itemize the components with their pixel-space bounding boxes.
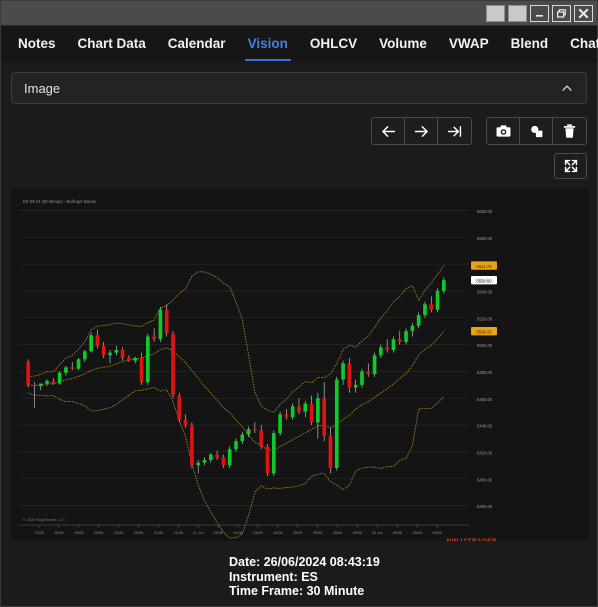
annotate-button[interactable] [520,118,553,144]
metadata-date: Date: 26/06/2024 08:43:19 [229,555,380,569]
vision-window: Notes Chart Data Calendar Vision OHLCV V… [0,0,598,607]
image-toolbar-secondary [11,153,587,179]
svg-text:ES 09-24 (30 Minute) - Bolling: ES 09-24 (30 Minute) - Bollinger Bands [23,199,96,204]
svg-text:18/06: 18/06 [54,531,63,535]
svg-text:19/06: 19/06 [74,531,83,535]
trash-icon [563,123,576,138]
svg-text:20/06: 20/06 [134,531,143,535]
svg-text:21/06: 21/06 [154,531,163,535]
svg-text:26/06: 26/06 [353,531,362,535]
svg-text:© 2024 NinjaTrader, LLC: © 2024 NinjaTrader, LLC [23,518,65,522]
camera-icon [496,124,510,137]
metadata-instrument: Instrument: ES [229,569,318,584]
tab-blend[interactable]: Blend [500,26,560,61]
candlestick-chart: 5600.005580.005560.005540.005520.005500.… [11,189,589,541]
svg-text:5380.00: 5380.00 [477,504,493,509]
blank-button-1[interactable] [486,4,505,22]
arrow-left-icon [381,125,395,137]
minimize-button[interactable] [530,4,549,22]
svg-text:5541.75: 5541.75 [476,264,492,269]
svg-text:26/06: 26/06 [413,531,422,535]
svg-text:25/06: 25/06 [313,531,322,535]
svg-text:25/06: 25/06 [273,531,282,535]
svg-text:5420.00: 5420.00 [477,450,493,455]
tab-chart-data[interactable]: Chart Data [67,26,157,61]
svg-text:25/06: 25/06 [293,531,302,535]
svg-text:NINJATRADER: NINJATRADER [446,538,497,541]
svg-text:5540.00: 5540.00 [477,289,493,294]
view-mode-select[interactable]: Image [11,72,587,104]
svg-text:5440.00: 5440.00 [477,424,493,429]
chart-image[interactable]: 5600.005580.005560.005540.005520.005500.… [11,189,589,541]
tab-notes[interactable]: Notes [7,26,67,61]
restore-icon [557,8,566,18]
svg-text:5520.00: 5520.00 [477,316,493,321]
tab-chat[interactable]: Chat [559,26,598,61]
svg-text:26/06: 26/06 [333,531,342,535]
last-button[interactable] [438,118,471,144]
svg-text:5580.00: 5580.00 [477,236,493,241]
svg-text:21/06: 21/06 [174,531,183,535]
metadata-timeframe: Time Frame: 30 Minute [229,584,365,598]
delete-button[interactable] [553,118,586,144]
previous-button[interactable] [372,118,405,144]
tab-calendar[interactable]: Calendar [157,26,237,61]
next-button[interactable] [405,118,438,144]
expand-icon [564,159,577,173]
svg-text:26/06: 26/06 [432,531,441,535]
view-mode-value: Image [24,80,61,96]
svg-text:24/06: 24/06 [213,531,222,535]
minimize-icon [536,14,543,17]
blank-button-2[interactable] [508,4,527,22]
svg-text:5400.00: 5400.00 [477,477,493,482]
close-button[interactable] [574,4,593,22]
svg-text:20/06: 20/06 [114,531,123,535]
restore-button[interactable] [552,4,571,22]
fullscreen-button[interactable] [554,153,587,179]
image-toolbar [11,117,587,145]
tab-vision[interactable]: Vision [237,26,299,61]
action-button-group [486,117,587,145]
window-controls [486,4,593,22]
svg-text:5480.00: 5480.00 [477,370,493,375]
vision-panel: Image 5600.00 5580.00 5540.00 5520.00 55… [1,62,597,606]
selector-row: Image [11,62,587,104]
svg-text:5508.25: 5508.25 [476,329,492,334]
chevron-up-icon [562,85,572,91]
svg-text:26/06: 26/06 [393,531,402,535]
close-icon [578,8,589,18]
navigation-button-group [371,117,472,145]
svg-text:5558.50: 5558.50 [476,278,492,283]
svg-text:21 Jun: 21 Jun [193,531,204,535]
tab-ohlcv[interactable]: OHLCV [299,26,368,61]
svg-text:5500.00: 5500.00 [477,343,493,348]
svg-text:5600.00: 5600.00 [477,209,493,214]
svg-text:24/06: 24/06 [253,531,262,535]
snapshot-button[interactable] [487,118,520,144]
svg-text:20/06: 20/06 [94,531,103,535]
title-bar [1,1,597,26]
arrow-to-end-icon [447,125,462,137]
svg-text:5460.00: 5460.00 [477,397,493,402]
tab-vwap[interactable]: VWAP [438,26,500,61]
svg-text:17/06: 17/06 [34,531,43,535]
svg-text:26 Jun: 26 Jun [372,531,383,535]
image-metadata: Date: 26/06/2024 08:43:19 Instrument: ES… [11,555,587,599]
shapes-icon [530,125,542,137]
svg-text:24/06: 24/06 [233,531,242,535]
arrow-right-icon [414,125,428,137]
tab-bar: Notes Chart Data Calendar Vision OHLCV V… [1,26,598,62]
tab-volume[interactable]: Volume [368,26,438,61]
